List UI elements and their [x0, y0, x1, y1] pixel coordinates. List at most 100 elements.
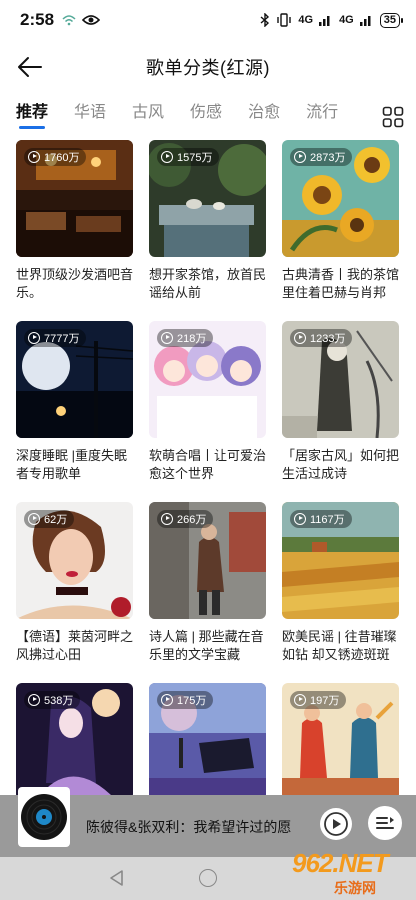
play-icon	[324, 812, 348, 836]
playlist-cover[interactable]: 1233万	[282, 321, 399, 438]
nav-home-icon[interactable]	[199, 869, 217, 887]
page-header: 歌单分类(红源)	[0, 40, 416, 94]
album-art[interactable]	[18, 787, 70, 847]
battery-indicator: 35	[379, 12, 404, 28]
play-count: 266万	[177, 514, 207, 526]
playlist-title[interactable]: 欧美民谣 | 往昔璀璨如钻 却又锈迹斑斑	[282, 628, 399, 664]
play-count: 218万	[177, 333, 207, 345]
playlist-title[interactable]: 想开家茶馆，放首民谣给从前	[149, 266, 266, 302]
back-button[interactable]	[14, 52, 46, 82]
playlist-cover[interactable]: 1575万	[149, 140, 266, 257]
tab-mandarin[interactable]: 华语	[74, 96, 106, 134]
play-circle-icon	[28, 151, 40, 163]
playlist-card[interactable]: 2873万 古典清香丨我的茶馆里住着巴赫与肖邦	[282, 140, 399, 302]
play-count: 538万	[44, 695, 74, 707]
playlist-title[interactable]: 古典清香丨我的茶馆里住着巴赫与肖邦	[282, 266, 399, 302]
playlist-card[interactable]: 1575万 想开家茶馆，放首民谣给从前	[149, 140, 266, 302]
now-playing-title[interactable]: 陈彼得&张双利：我希望许过的愿	[86, 817, 308, 837]
play-circle-icon	[161, 151, 173, 163]
play-circle-icon	[294, 513, 306, 525]
play-circle-icon	[294, 694, 306, 706]
playlist-cover[interactable]: 7777万	[16, 321, 133, 438]
play-count: 1575万	[177, 152, 213, 164]
eye-icon	[82, 15, 101, 25]
play-circle-icon	[28, 513, 40, 525]
playlist-card[interactable]: 266万 诗人篇 | 那些藏在音乐里的文学宝藏	[149, 502, 266, 664]
playlist-cover[interactable]: 218万	[149, 321, 266, 438]
tab-pop[interactable]: 流行	[306, 96, 338, 134]
play-count-badge: 266万	[157, 510, 214, 528]
play-count: 2873万	[310, 152, 346, 164]
play-count-badge: 1760万	[24, 148, 87, 166]
network-label-2: 4G	[339, 14, 354, 26]
status-bar: 2:58 4G 4G 35	[0, 0, 416, 40]
playlist-title[interactable]: 深度睡眠 |重度失眠者专用歌单	[16, 447, 133, 483]
play-count-badge: 175万	[157, 691, 214, 709]
play-circle-icon	[161, 332, 173, 344]
playlist-card[interactable]: 218万 软萌合唱丨让可爱治愈这个世界	[149, 321, 266, 483]
play-count-badge: 62万	[24, 510, 75, 528]
arrow-left-icon	[18, 57, 42, 77]
watermark-subtext: 乐游网	[334, 880, 376, 896]
play-circle-icon	[294, 332, 306, 344]
play-circle-icon	[28, 332, 40, 344]
tab-healing[interactable]: 治愈	[248, 96, 280, 134]
signal-icon	[359, 16, 371, 26]
play-count: 62万	[44, 514, 68, 526]
play-circle-icon	[161, 513, 173, 525]
play-count: 197万	[310, 695, 340, 707]
queue-list-icon	[376, 816, 394, 829]
playlist-card[interactable]: 7777万 深度睡眠 |重度失眠者专用歌单	[16, 321, 133, 483]
vibrate-icon	[277, 13, 292, 27]
play-count: 1760万	[44, 152, 80, 164]
playlist-card[interactable]: 175万	[149, 683, 266, 800]
wifi-icon	[62, 15, 76, 26]
play-count: 1167万	[310, 514, 345, 526]
playlist-cover[interactable]: 2873万	[282, 140, 399, 257]
tab-sad[interactable]: 伤感	[190, 96, 222, 134]
play-count-badge: 538万	[24, 691, 81, 709]
play-count-badge: 1167万	[290, 510, 352, 528]
playlist-cover[interactable]: 175万	[149, 683, 266, 800]
tab-ancient-style[interactable]: 古风	[132, 96, 164, 134]
nav-back-icon[interactable]	[108, 869, 126, 887]
playlist-cover[interactable]: 62万	[16, 502, 133, 619]
playlist-card[interactable]: 1233万 「居家古风」如何把生活过成诗	[282, 321, 399, 483]
signal-icon	[319, 16, 330, 26]
playlist-title[interactable]: 「居家古风」如何把生活过成诗	[282, 447, 399, 483]
play-count-badge: 218万	[157, 329, 214, 347]
play-count: 175万	[177, 695, 207, 707]
play-count: 1233万	[310, 333, 346, 345]
play-circle-icon	[28, 694, 40, 706]
playlist-card[interactable]: 62万 【德语】莱茵河畔之风拂过心田	[16, 502, 133, 664]
playlist-cover[interactable]: 538万	[16, 683, 133, 800]
playlist-title[interactable]: 软萌合唱丨让可爱治愈这个世界	[149, 447, 266, 483]
play-circle-icon	[161, 694, 173, 706]
play-count-badge: 1233万	[290, 329, 353, 347]
playlist-card[interactable]: 1760万 世界顶级沙发酒吧音乐。	[16, 140, 133, 302]
category-tabs: 推荐 华语 古风 伤感 治愈 流行	[0, 96, 416, 134]
bluetooth-icon	[260, 13, 270, 27]
playlist-cover[interactable]: 1760万	[16, 140, 133, 257]
page-title: 歌单分类(红源)	[146, 58, 270, 78]
playlist-cover[interactable]: 1167万	[282, 502, 399, 619]
play-count-badge: 7777万	[24, 329, 87, 347]
network-label-1: 4G	[298, 14, 314, 26]
vinyl-disc-icon	[21, 794, 67, 840]
play-count-badge: 197万	[290, 691, 347, 709]
playlist-title[interactable]: 诗人篇 | 那些藏在音乐里的文学宝藏	[149, 628, 266, 664]
playlist-cover[interactable]: 266万	[149, 502, 266, 619]
grid-menu-icon[interactable]	[382, 106, 404, 128]
play-count: 7777万	[44, 333, 80, 345]
tab-recommend[interactable]: 推荐	[16, 96, 48, 134]
playlist-card[interactable]: 197万	[282, 683, 399, 800]
playlist-title[interactable]: 世界顶级沙发酒吧音乐。	[16, 266, 133, 302]
playlist-card[interactable]: 1167万 欧美民谣 | 往昔璀璨如钻 却又锈迹斑斑	[282, 502, 399, 664]
play-count-badge: 2873万	[290, 148, 353, 166]
play-count-badge: 1575万	[157, 148, 220, 166]
playlist-card[interactable]: 538万	[16, 683, 133, 800]
playlist-title[interactable]: 【德语】莱茵河畔之风拂过心田	[16, 628, 133, 664]
playlist-cover[interactable]: 197万	[282, 683, 399, 800]
play-button[interactable]	[320, 808, 352, 840]
playlist-queue-button[interactable]	[368, 806, 402, 840]
